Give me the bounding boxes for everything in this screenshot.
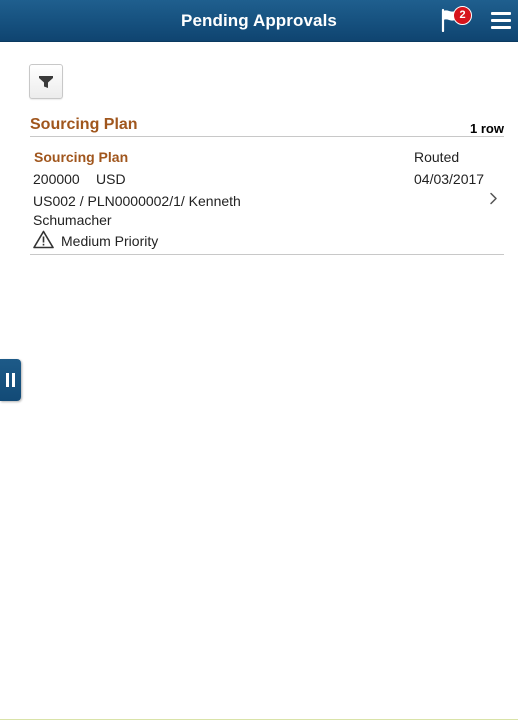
filter-button[interactable] [29,64,63,99]
collapse-panel-tab[interactable] [0,359,21,401]
item-currency: USD [96,171,126,187]
approval-list-item[interactable]: Sourcing Plan Routed 200000 USD 04/03/20… [30,137,504,255]
warning-icon [33,230,54,249]
hamburger-menu-icon[interactable] [491,12,511,29]
item-title: Sourcing Plan [34,149,129,165]
bottom-divider [0,719,518,720]
pause-bar-left [6,373,9,387]
item-date: 04/03/2017 [414,171,485,187]
filter-icon [39,76,53,88]
header-bar: Pending Approvals 2 [0,0,518,42]
priority-label: Medium Priority [61,233,159,249]
chevron-right-icon [490,192,497,205]
section-title: Sourcing Plan [30,116,138,133]
item-status: Routed [414,149,460,165]
notifications-button[interactable]: 2 [440,5,474,35]
pending-approvals-page: Pending Approvals 2 Sourcing Plan 1 row … [0,0,518,722]
pause-bar-right [12,373,15,387]
item-amount: 200000 [33,171,80,187]
row-count: 1 row [470,121,504,136]
notification-count-badge: 2 [453,6,472,25]
item-description: US002 / PLN0000002/1/ Kenneth Schumacher [33,193,241,228]
